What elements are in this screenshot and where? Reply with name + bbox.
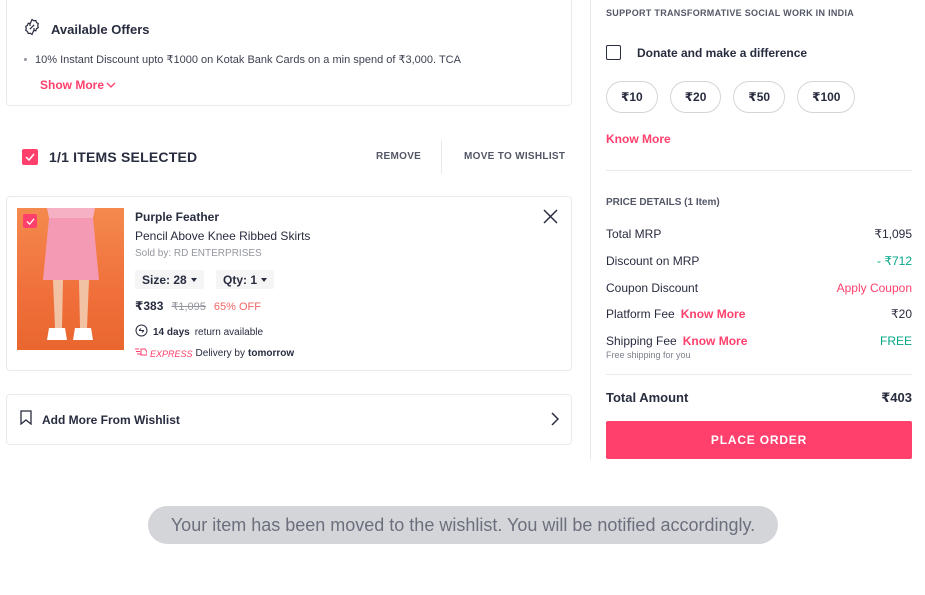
total-amount-label: Total Amount	[606, 390, 689, 405]
product-name[interactable]: Pencil Above Knee Ribbed Skirts	[135, 229, 310, 243]
skirt-product-picture	[43, 208, 99, 340]
shipping-fee-value: FREE	[879, 334, 912, 348]
discount-value: - ₹712	[877, 254, 912, 268]
column-divider	[590, 0, 591, 460]
item-select-checkbox[interactable]	[23, 214, 37, 228]
express-label: EXPRESS	[150, 348, 193, 359]
caret-down-icon	[190, 277, 197, 282]
move-to-wishlist-button[interactable]: MOVE TO WISHLIST	[464, 151, 565, 162]
apply-coupon-link[interactable]: Apply Coupon	[837, 281, 912, 295]
bookmark-icon	[20, 409, 32, 430]
checkmark-icon	[25, 153, 35, 161]
caret-down-icon	[261, 277, 268, 282]
return-info: 14 days return available	[135, 324, 263, 340]
return-text: return available	[194, 326, 264, 338]
qty-label: Qty: 1	[223, 272, 258, 287]
shipping-know-more-link[interactable]: Know More	[683, 334, 748, 348]
platform-know-more-link[interactable]: Know More	[681, 307, 746, 321]
delivery-when: tomorrow	[248, 348, 295, 359]
donate-checkbox-row[interactable]: Donate and make a difference	[606, 45, 807, 60]
total-mrp-value: ₹1,095	[874, 227, 912, 241]
total-divider	[606, 374, 912, 375]
show-more-label: Show More	[40, 78, 105, 92]
platform-fee-label-group: Platform Fee Know More	[606, 307, 745, 321]
remove-button[interactable]: REMOVE	[376, 151, 421, 162]
donation-amount-20[interactable]: ₹20	[669, 81, 722, 113]
mrp-price: ₹1,095	[171, 301, 206, 313]
platform-fee-value: ₹20	[891, 307, 912, 321]
platform-fee-row: Platform Fee Know More ₹20	[606, 307, 912, 321]
shipping-subtext: Free shipping for you	[606, 350, 691, 360]
wishlist-toast: Your item has been moved to the wishlist…	[148, 506, 778, 544]
offers-title: Available Offers	[51, 22, 150, 37]
product-image[interactable]	[17, 208, 124, 350]
offer-text: 10% Instant Discount upto ₹1000 on Kotak…	[35, 54, 461, 66]
product-brand[interactable]: Purple Feather	[135, 210, 219, 224]
add-from-wishlist-label: Add More From Wishlist	[42, 412, 180, 427]
discount-row: Discount on MRP - ₹712	[606, 254, 912, 268]
donation-amount-50[interactable]: ₹50	[733, 81, 786, 113]
platform-fee-label: Platform Fee	[606, 307, 675, 321]
offers-header: Available Offers	[23, 18, 150, 41]
selling-price: ₹383	[135, 299, 164, 313]
add-from-wishlist-row[interactable]: Add More From Wishlist	[6, 394, 572, 445]
express-truck-icon	[135, 348, 148, 359]
coupon-row: Coupon Discount Apply Coupon	[606, 281, 912, 295]
size-selector[interactable]: Size: 28	[135, 270, 204, 289]
discount-label: Discount on MRP	[606, 254, 700, 268]
total-mrp-label: Total MRP	[606, 227, 662, 241]
place-order-button[interactable]: PLACE ORDER	[606, 421, 912, 459]
bullet-icon	[24, 58, 27, 61]
total-mrp-row: Total MRP ₹1,095	[606, 227, 912, 241]
remove-item-close-icon[interactable]	[543, 209, 558, 229]
size-label: Size: 28	[142, 272, 187, 287]
items-selected-count: 1/1 ITEMS SELECTED	[49, 149, 198, 165]
section-divider	[606, 170, 912, 171]
price-details-heading: PRICE DETAILS (1 Item)	[606, 197, 720, 208]
checkmark-icon	[26, 217, 35, 225]
qty-selector[interactable]: Qty: 1	[216, 270, 275, 289]
chevron-down-icon	[106, 78, 116, 92]
donate-checkbox[interactable]	[606, 45, 621, 60]
show-more-link[interactable]: Show More	[40, 78, 116, 92]
total-amount-row: Total Amount ₹403	[606, 390, 912, 406]
select-all-checkbox[interactable]	[22, 149, 38, 165]
donate-label: Donate and make a difference	[637, 45, 808, 60]
selection-bar: 1/1 ITEMS SELECTED REMOVE MOVE TO WISHLI…	[6, 134, 572, 176]
seller-name: Sold by: RD ENTERPRISES	[135, 248, 262, 259]
total-amount-value: ₹403	[881, 390, 912, 405]
shipping-fee-label-group: Shipping Fee Know More	[606, 334, 747, 348]
discount-percent: 65% OFF	[213, 301, 261, 313]
price-row: ₹383 ₹1,095 65% OFF	[135, 299, 261, 313]
offer-line: 10% Instant Discount upto ₹1000 on Kotak…	[24, 53, 461, 66]
donation-amounts: ₹10 ₹20 ₹50 ₹100	[606, 81, 856, 113]
donation-know-more-link[interactable]: Know More	[606, 132, 671, 146]
donation-amount-10[interactable]: ₹10	[606, 81, 658, 113]
cart-item-card: Purple Feather Pencil Above Knee Ribbed …	[6, 196, 572, 371]
offers-card: Available Offers 10% Instant Discount up…	[6, 0, 572, 106]
delivery-text: Delivery by	[195, 348, 245, 359]
return-days: 14 days	[153, 326, 190, 338]
offer-badge-icon	[23, 18, 41, 41]
chevron-right-icon	[551, 412, 560, 431]
coupon-label: Coupon Discount	[606, 281, 699, 295]
donation-heading: SUPPORT TRANSFORMATIVE SOCIAL WORK IN IN…	[606, 8, 855, 18]
return-icon	[135, 324, 148, 340]
shipping-fee-row: Shipping Fee Know More FREE	[606, 334, 912, 348]
delivery-info: EXPRESS Delivery by tomorrow	[135, 348, 294, 359]
shipping-fee-label: Shipping Fee	[606, 334, 677, 348]
donation-amount-100[interactable]: ₹100	[797, 81, 856, 113]
action-divider	[441, 140, 442, 174]
